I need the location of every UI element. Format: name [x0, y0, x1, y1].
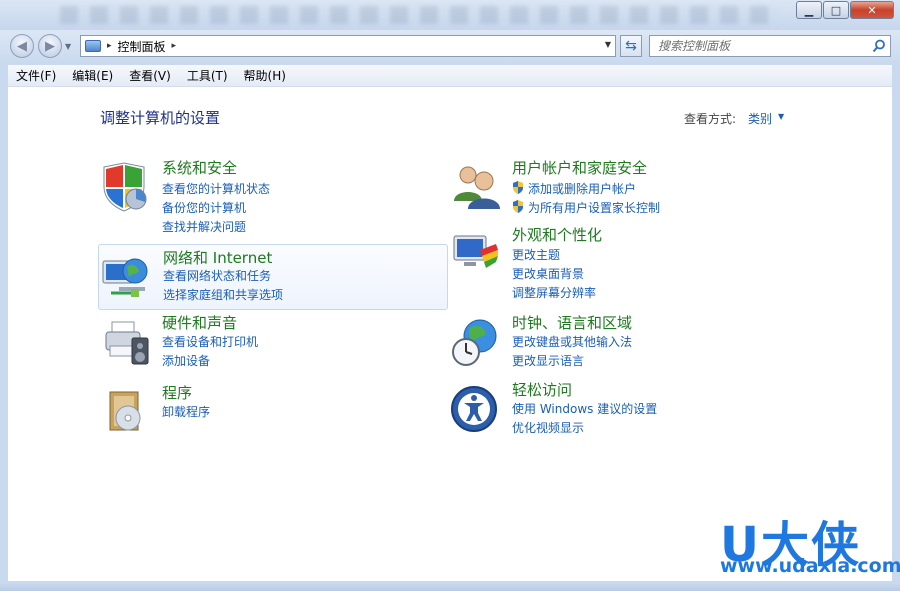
breadcrumb-control-panel[interactable]: 控制面板 [118, 38, 166, 55]
category-ease-of-access: 轻松访问 使用 Windows 建议的设置 优化视频显示 [448, 379, 808, 439]
programs-box-icon [109, 391, 141, 431]
appearance-monitor-icon [453, 235, 498, 268]
menu-view[interactable]: 查看(V) [121, 67, 179, 84]
link-desktop-background[interactable]: 更改桌面背景 [512, 265, 584, 282]
category-title-programs[interactable]: 程序 [162, 382, 192, 403]
category-system-security: 系统和安全 查看您的计算机状态 备份您的计算机 查找并解决问题 [98, 157, 448, 237]
link-homegroup-sharing[interactable]: 选择家庭组和共享选项 [163, 286, 283, 303]
category-title-hardware[interactable]: 硬件和声音 [162, 312, 237, 333]
uac-shield-icon [513, 181, 523, 194]
menu-bar: 文件(F) 编辑(E) 查看(V) 工具(T) 帮助(H) [8, 65, 892, 87]
category-appearance: 外观和个性化 更改主题 更改桌面背景 调整屏幕分辨率 [448, 224, 808, 304]
menu-edit[interactable]: 编辑(E) [64, 67, 121, 84]
link-change-theme[interactable]: 更改主题 [512, 246, 560, 263]
close-button[interactable]: ✕ [850, 1, 894, 19]
refresh-button[interactable]: ⇆ [620, 35, 642, 57]
category-title-system-security[interactable]: 系统和安全 [162, 157, 237, 178]
menu-help[interactable]: 帮助(H) [236, 67, 294, 84]
link-optimize-visual-display[interactable]: 优化视频显示 [512, 419, 584, 436]
uac-shield-icon [513, 200, 523, 213]
address-dropdown-icon[interactable]: ▼ [605, 40, 611, 49]
minimize-button[interactable]: ▁ [796, 1, 822, 19]
link-view-computer-status[interactable]: 查看您的计算机状态 [162, 180, 270, 197]
search-input[interactable] [650, 36, 860, 56]
category-network-internet[interactable]: 网络和 Internet 查看网络状态和任务 选择家庭组和共享选项 [98, 244, 448, 310]
category-title-ease-of-access[interactable]: 轻松访问 [512, 379, 572, 400]
search-box[interactable] [649, 35, 891, 57]
link-devices-printers[interactable]: 查看设备和打印机 [162, 333, 258, 350]
refresh-icon: ⇆ [625, 38, 637, 54]
link-uninstall-program[interactable]: 卸载程序 [162, 403, 210, 420]
category-title-network[interactable]: 网络和 Internet [163, 247, 272, 268]
category-user-accounts: 用户帐户和家庭安全 添加或删除用户帐户 为所有用户设置家长控制 [448, 157, 808, 221]
link-change-display-language[interactable]: 更改显示语言 [512, 352, 584, 369]
printer-speaker-icon [105, 321, 149, 365]
navigation-bar: ◀ ▶ ▼ ▸ 控制面板 ▸ ▼ ⇆ [0, 30, 900, 62]
search-icon[interactable] [872, 39, 886, 53]
window-bottom-border [0, 583, 900, 591]
address-bar[interactable]: ▸ 控制面板 ▸ ▼ [80, 35, 616, 57]
network-globe-icon [102, 258, 148, 297]
view-by-dropdown[interactable]: 类别 [748, 110, 772, 127]
window-titlebar[interactable]: ▁ □ ✕ [0, 0, 900, 30]
address-separator-icon[interactable]: ▸ [107, 41, 112, 51]
link-backup-computer[interactable]: 备份您的计算机 [162, 199, 246, 216]
category-title-user-accounts[interactable]: 用户帐户和家庭安全 [512, 157, 647, 178]
blurred-toolbar-strip [60, 6, 780, 24]
back-button[interactable]: ◀ [10, 34, 34, 58]
back-arrow-icon: ◀ [17, 38, 27, 54]
recent-pages-dropdown-icon[interactable]: ▼ [65, 42, 71, 51]
forward-button[interactable]: ▶ [38, 34, 62, 58]
view-by-label: 查看方式: [684, 112, 737, 126]
link-recommended-settings[interactable]: 使用 Windows 建议的设置 [512, 400, 657, 417]
link-parental-controls[interactable]: 为所有用户设置家长控制 [528, 199, 660, 216]
view-by-chevron-icon[interactable]: ▼ [778, 112, 784, 121]
category-programs: 程序 卸载程序 [98, 382, 448, 432]
link-view-network-status[interactable]: 查看网络状态和任务 [163, 267, 271, 284]
clock-globe-icon [452, 319, 497, 366]
category-title-appearance[interactable]: 外观和个性化 [512, 224, 602, 245]
category-clock-language-region: 时钟、语言和区域 更改键盘或其他输入法 更改显示语言 [448, 312, 808, 372]
forward-arrow-icon: ▶ [45, 38, 55, 54]
link-troubleshoot[interactable]: 查找并解决问题 [162, 218, 246, 235]
menu-file[interactable]: 文件(F) [8, 67, 64, 84]
link-screen-resolution[interactable]: 调整屏幕分辨率 [512, 284, 596, 301]
link-add-remove-user[interactable]: 添加或删除用户帐户 [528, 180, 636, 197]
link-change-keyboard[interactable]: 更改键盘或其他输入法 [512, 333, 632, 350]
category-hardware-sound: 硬件和声音 查看设备和打印机 添加设备 [98, 312, 448, 372]
control-panel-icon [85, 40, 101, 52]
breadcrumb-chevron-icon[interactable]: ▸ [172, 41, 177, 51]
ease-of-access-icon [451, 386, 497, 432]
menu-tools[interactable]: 工具(T) [179, 67, 236, 84]
security-shield-icon [103, 162, 147, 212]
maximize-button[interactable]: □ [823, 1, 849, 19]
users-icon [454, 166, 500, 209]
watermark-url: www.udaxia.com [720, 555, 900, 577]
window-controls: ▁ □ ✕ [795, 1, 894, 19]
page-title: 调整计算机的设置 [100, 109, 221, 127]
category-title-clock-region[interactable]: 时钟、语言和区域 [512, 312, 632, 333]
link-add-device[interactable]: 添加设备 [162, 352, 210, 369]
